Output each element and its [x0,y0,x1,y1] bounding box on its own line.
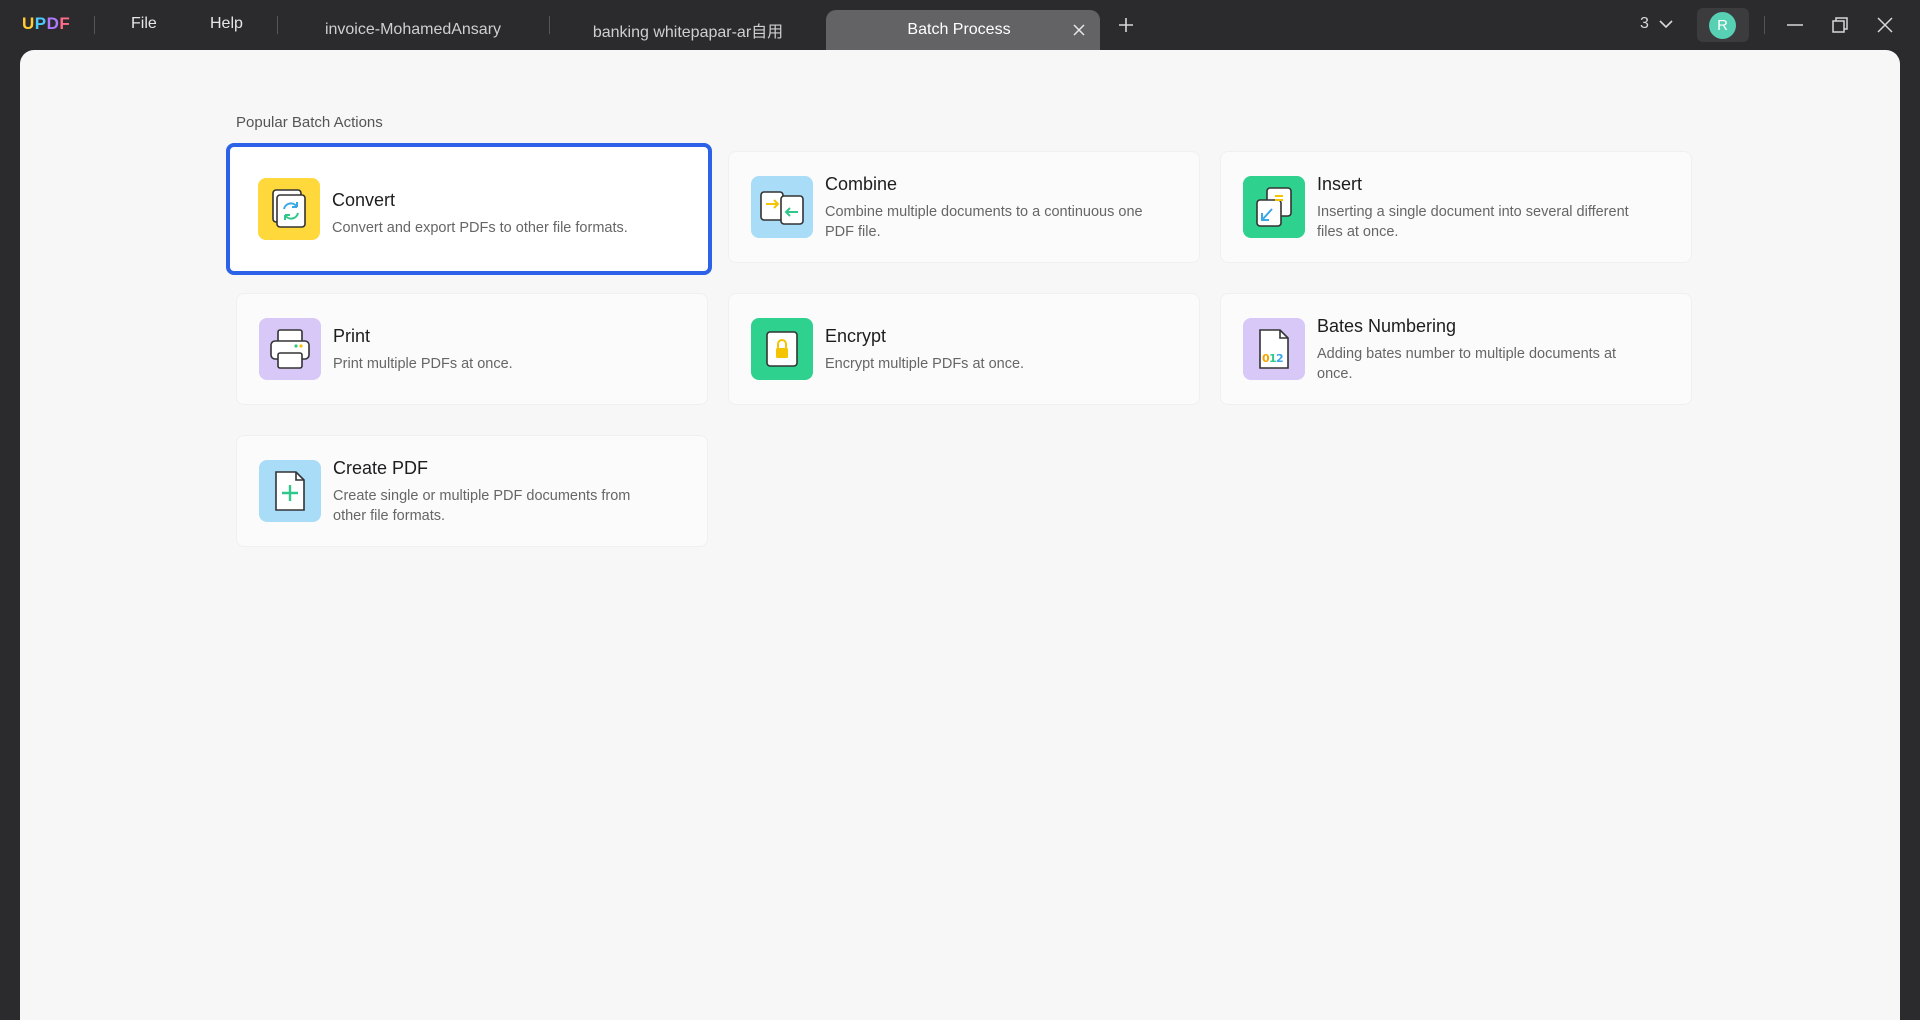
menu-help[interactable]: Help [210,15,243,33]
svg-text:2: 2 [1276,352,1284,365]
section-title: Popular Batch Actions [236,114,383,131]
tab-label: invoice-MohamedAnsary [324,21,502,38]
card-title: Convert [332,190,396,210]
card-description: Print multiple PDFs at once. [333,356,513,372]
convert-icon [258,178,320,240]
menu-file[interactable]: File [131,15,157,33]
tab-label: Batch Process [907,21,1011,38]
action-card-encrypt[interactable]: Encrypt Encrypt multiple PDFs at once. [728,293,1200,405]
action-card-combine[interactable]: Combine Combine multiple documents to a … [728,151,1200,263]
divider [549,16,550,34]
batch-process-panel: Popular Batch Actions Convert Convert an… [20,50,1900,1020]
card-title: Print [333,326,371,346]
card-description: Convert and export PDFs to other file fo… [332,220,628,236]
tab-label: banking whitepapar-ar自用 [592,24,784,41]
lock-icon [751,318,813,380]
card-description: Inserting a single document into several… [1317,204,1629,240]
card-title: Encrypt [825,326,887,346]
action-card-convert[interactable]: Convert Convert and export PDFs to other… [226,143,712,275]
tab-batch-process[interactable]: Batch Process [826,10,1100,50]
tab-banking-whitepaper[interactable]: banking whitepapar-ar自用 [572,10,804,50]
avatar: R [1709,12,1736,39]
minimize-icon[interactable] [1784,14,1806,36]
add-tab-icon[interactable] [1115,14,1137,36]
account-button[interactable]: R [1697,8,1749,42]
insert-icon [1243,176,1305,238]
card-title: Create PDF [333,458,429,478]
close-window-icon[interactable] [1874,14,1896,36]
action-card-bates-numbering[interactable]: 0 1 2 Bates Numbering Adding bates numbe… [1220,293,1692,405]
bates-numbering-icon: 0 1 2 [1243,318,1305,380]
action-card-print[interactable]: Print Print multiple PDFs at once. [236,293,708,405]
restore-icon[interactable] [1829,14,1851,36]
close-tab-icon[interactable] [1070,21,1088,39]
window-count[interactable]: 3 [1640,15,1649,33]
updf-logo: UPDF [22,14,71,33]
chevron-down-icon[interactable] [1657,15,1675,33]
create-pdf-icon [259,460,321,522]
card-description: Adding bates number to multiple document… [1317,346,1617,382]
card-title: Insert [1317,174,1363,194]
divider [1764,16,1765,34]
card-title: Combine [825,174,898,194]
action-card-create-pdf[interactable]: Create PDF Create single or multiple PDF… [236,435,708,547]
card-description: Create single or multiple PDF documents … [333,488,631,524]
tab-invoice[interactable]: invoice-MohamedAnsary [300,10,526,50]
card-title: Bates Numbering [1317,316,1457,336]
action-card-insert[interactable]: Insert Inserting a single document into … [1220,151,1692,263]
divider [94,16,95,34]
card-description: Combine multiple documents to a continuo… [825,204,1143,240]
printer-icon [259,318,321,380]
combine-icon [751,176,813,238]
card-description: Encrypt multiple PDFs at once. [825,356,1025,372]
title-bar: UPDF File Help invoice-MohamedAnsary ban… [0,0,1920,50]
divider [277,16,278,34]
